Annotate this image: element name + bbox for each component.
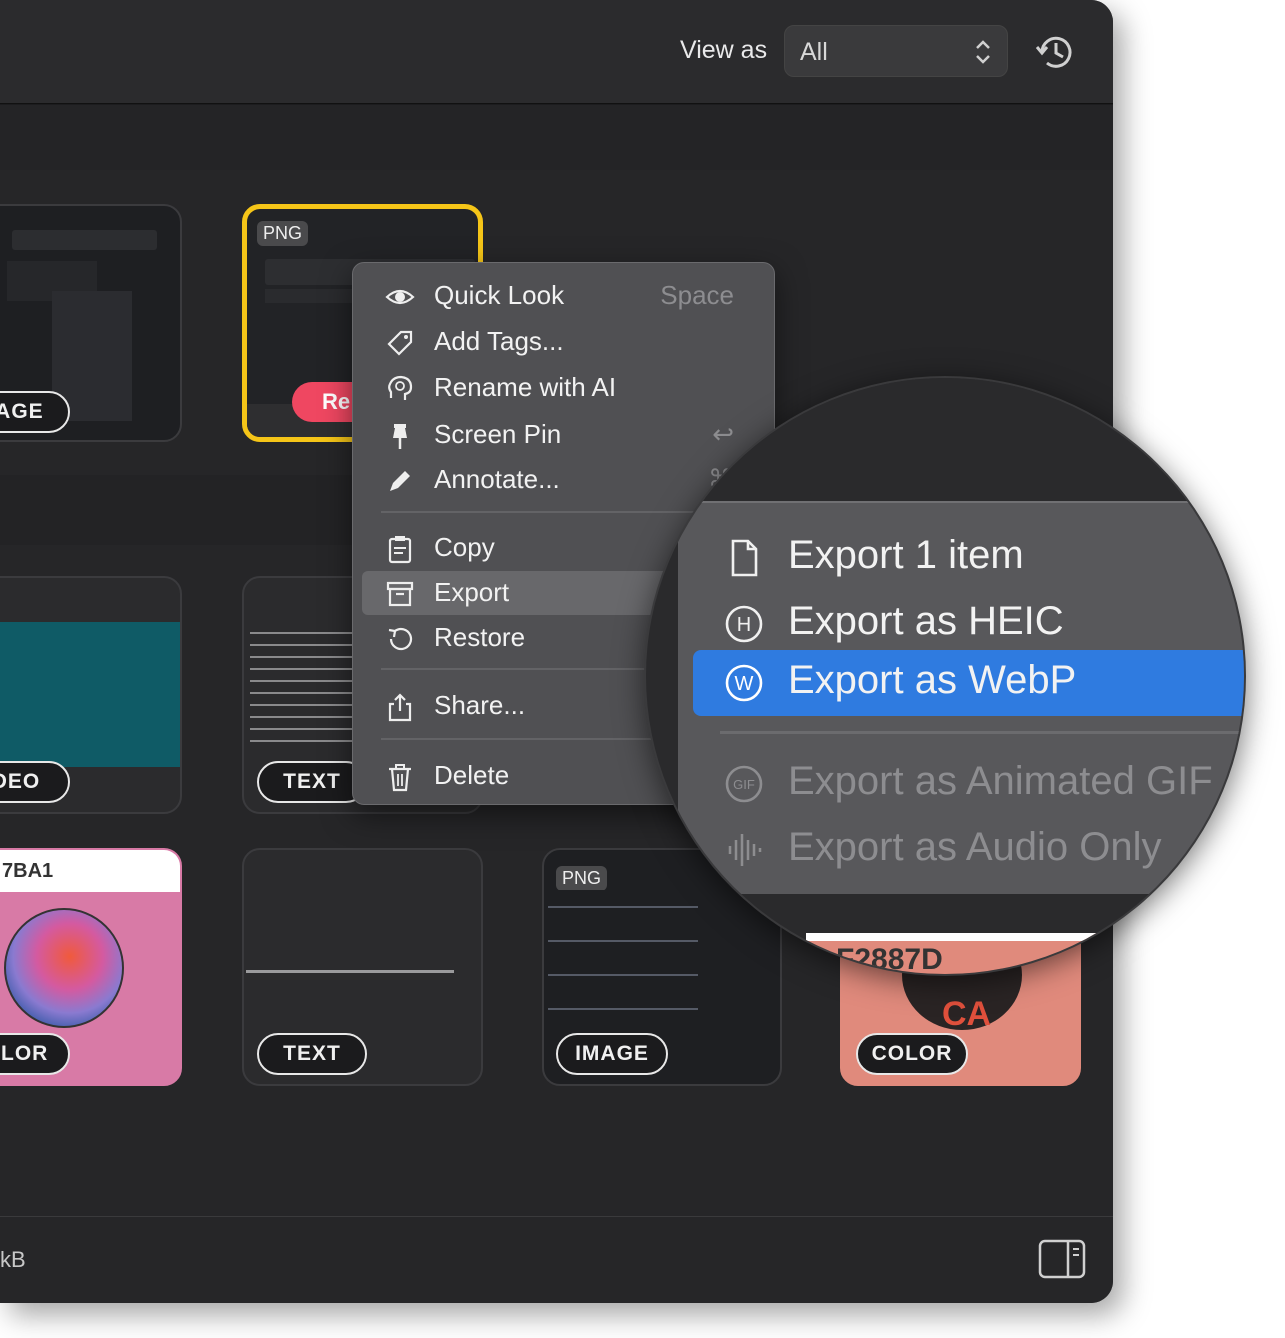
history-icon[interactable] bbox=[1034, 31, 1076, 73]
menu-label: Add Tags... bbox=[434, 326, 564, 356]
section-band bbox=[0, 105, 1113, 170]
color-hex: 7BA1 bbox=[2, 860, 54, 882]
sidebar-toggle-icon[interactable] bbox=[1038, 1239, 1086, 1279]
color-overlay-text: CA bbox=[942, 995, 992, 1033]
pen-icon bbox=[390, 471, 410, 491]
brain-icon bbox=[388, 375, 413, 400]
magnified-color-hex: F2887D bbox=[836, 943, 943, 976]
waveform-icon bbox=[728, 834, 762, 866]
type-badge: TEXT bbox=[257, 761, 367, 803]
menu-label: Share... bbox=[434, 690, 526, 720]
webp-icon: W bbox=[725, 664, 763, 702]
type-badge: IMAGE bbox=[556, 1033, 668, 1075]
export-submenu: Export 1 item H Export as HEIC W Export … bbox=[678, 501, 1244, 894]
heic-icon: H bbox=[725, 605, 763, 643]
clip-card[interactable]: DEO bbox=[0, 576, 182, 814]
submenu-item-export-audio: Export as Audio Only bbox=[678, 817, 1238, 883]
type-badge: TEXT bbox=[257, 1033, 367, 1075]
submenu-label: Export as HEIC bbox=[788, 599, 1064, 643]
magnifier-lens: F2887D Export 1 item H Export as HEIC W … bbox=[644, 376, 1246, 976]
view-as-label: View as bbox=[680, 36, 768, 64]
clip-card[interactable]: TEXT bbox=[242, 848, 483, 1086]
submenu-item-export-webp[interactable]: W Export as WebP bbox=[693, 650, 1244, 716]
chevron-updown-icon bbox=[976, 40, 990, 64]
clip-card[interactable]: 7BA1 OLOR bbox=[0, 848, 182, 1086]
submenu-label: Export as Audio Only bbox=[788, 825, 1162, 869]
icon-grid-preview bbox=[0, 622, 180, 767]
tag-icon bbox=[387, 330, 413, 356]
magnified-card: F2887D bbox=[806, 933, 1226, 976]
magnified-background bbox=[646, 378, 1244, 498]
type-badge: COLOR bbox=[856, 1033, 968, 1075]
format-badge: PNG bbox=[556, 866, 608, 891]
submenu-label: Export 1 item bbox=[788, 533, 1024, 577]
svg-text:W: W bbox=[735, 673, 754, 695]
menu-label: Copy bbox=[434, 532, 495, 562]
text-line-preview bbox=[246, 970, 454, 973]
menu-label: Export bbox=[434, 577, 510, 607]
clip-card[interactable]: IAGE bbox=[0, 204, 182, 442]
menu-label: Restore bbox=[434, 622, 526, 652]
text-preview bbox=[250, 626, 358, 751]
submenu-label: Export as Animated GIF bbox=[788, 759, 1213, 803]
toolbar: View as All bbox=[0, 0, 1113, 104]
menu-label: Annotate... bbox=[434, 464, 560, 494]
pin-icon bbox=[393, 424, 407, 449]
menu-label: Rename with AI bbox=[434, 372, 617, 402]
menu-label: Screen Pin bbox=[434, 419, 562, 449]
trash-icon bbox=[389, 764, 411, 792]
menu-label: Delete bbox=[434, 760, 510, 790]
menu-item-quick-look[interactable]: Quick Look Space bbox=[353, 274, 774, 318]
submenu-item-export-gif: GIF Export as Animated GIF bbox=[678, 751, 1238, 817]
restore-icon bbox=[388, 627, 413, 651]
gif-icon: GIF bbox=[725, 765, 763, 803]
svg-text:H: H bbox=[737, 614, 751, 636]
footer-bar: kB bbox=[0, 1216, 1113, 1303]
submenu-item-export-1-item[interactable]: Export 1 item bbox=[678, 525, 1238, 591]
svg-text:GIF: GIF bbox=[733, 777, 755, 792]
submenu-label: Export as WebP bbox=[788, 658, 1077, 702]
menu-label: Quick Look bbox=[434, 280, 565, 310]
format-badge: PNG bbox=[257, 221, 309, 246]
eye-icon bbox=[385, 289, 415, 305]
type-badge: OLOR bbox=[0, 1033, 70, 1075]
submenu-item-export-heic[interactable]: H Export as HEIC bbox=[678, 591, 1238, 657]
view-as-select[interactable]: All bbox=[784, 25, 1008, 77]
archive-icon bbox=[386, 581, 414, 607]
color-circle bbox=[4, 908, 124, 1028]
menu-item-add-tags[interactable]: Add Tags... bbox=[353, 320, 774, 364]
submenu-separator bbox=[720, 731, 1244, 734]
share-icon bbox=[388, 693, 412, 722]
total-size: kB bbox=[0, 1247, 26, 1272]
document-icon bbox=[731, 539, 758, 577]
view-as-value: All bbox=[800, 38, 828, 66]
menu-shortcut: Space bbox=[660, 280, 734, 310]
type-badge: IAGE bbox=[0, 391, 70, 433]
type-badge: DEO bbox=[0, 761, 70, 803]
clipboard-icon bbox=[388, 536, 412, 564]
